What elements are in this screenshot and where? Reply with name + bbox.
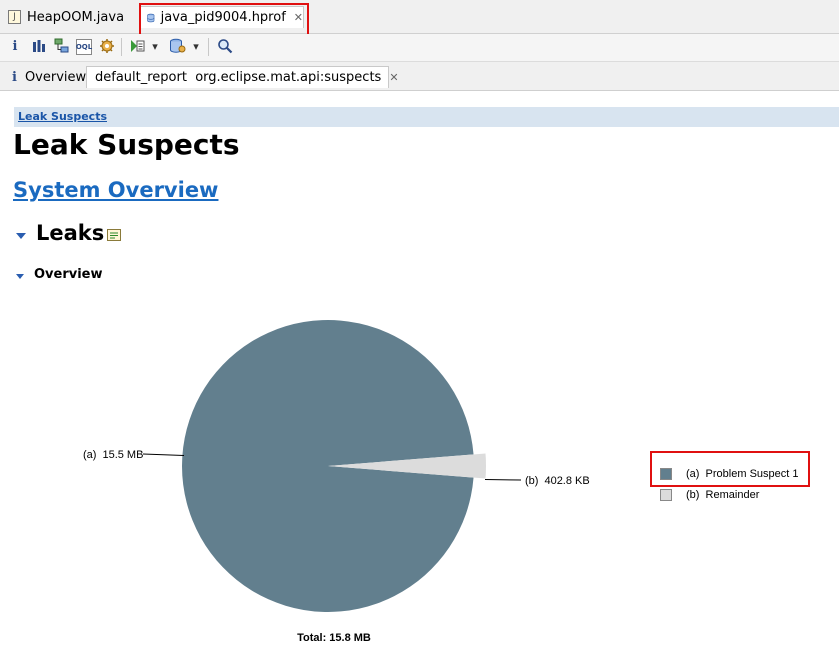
dominator-tree-icon[interactable] — [53, 37, 71, 55]
histogram-icon[interactable] — [30, 37, 48, 55]
java-file-icon: J — [8, 10, 21, 24]
heap-dump-actions-icon[interactable] — [168, 37, 186, 55]
collapse-leaks-icon[interactable] — [16, 233, 26, 239]
pie-total-label: Total: 15.8 MB — [297, 632, 371, 644]
details-icon[interactable] — [107, 228, 122, 242]
pie-slice-problem-suspect[interactable] — [181, 319, 474, 612]
search-icon[interactable] — [216, 37, 234, 55]
page-title: Leak Suspects — [13, 128, 240, 161]
pie-label-b: (b) 402.8 KB — [525, 475, 590, 487]
highlight-box-legend — [650, 451, 810, 487]
legend-swatch — [660, 488, 672, 501]
run-report-icon[interactable] — [128, 37, 146, 55]
leaks-heading: Leaks — [36, 221, 105, 245]
info-icon: i — [12, 69, 17, 85]
heap-dump-dropdown[interactable]: ▾ — [190, 37, 202, 55]
legend-item-remainder: (b) Remainder — [660, 484, 799, 505]
highlight-box-tab — [139, 3, 309, 36]
breadcrumb: Leak Suspects — [14, 107, 839, 127]
close-icon[interactable]: ✕ — [389, 71, 398, 84]
toolbar-separator — [208, 38, 209, 56]
tab-default-report[interactable]: default_report org.eclipse.mat.api:suspe… — [86, 66, 399, 88]
system-overview-link[interactable]: System Overview — [13, 178, 218, 202]
collapse-overview-icon[interactable] — [16, 274, 24, 279]
report-tab-bar: i Overview default_report org.eclipse.ma… — [0, 62, 839, 91]
tab-label: Overview — [24, 69, 87, 85]
query-browser-icon[interactable] — [98, 37, 116, 55]
tab-label: default_report org.eclipse.mat.api:suspe… — [95, 70, 382, 85]
editor-tab-bar: J HeapOOM.java java_pid9004.hprof ✕ — [0, 0, 839, 34]
overview-heading: Overview — [34, 267, 103, 282]
tab-overview[interactable]: i Overview — [6, 66, 86, 88]
run-report-dropdown[interactable]: ▾ — [149, 37, 161, 55]
pie-leader-line-b — [484, 479, 522, 481]
pie-slice-remainder[interactable] — [328, 453, 487, 479]
tab-label: HeapOOM.java — [27, 9, 125, 25]
pie-leader-line-a — [142, 453, 185, 456]
tab-heapoom-java[interactable]: J HeapOOM.java — [8, 6, 124, 28]
info-icon[interactable]: i — [6, 37, 24, 55]
legend-label: (b) Remainder — [686, 488, 760, 501]
pie-chart: (a) 15.5 MB (b) 402.8 KB Total: 15.8 MB — [83, 319, 590, 644]
breadcrumb-link-leak-suspects[interactable]: Leak Suspects — [18, 110, 107, 123]
pie-label-a: (a) 15.5 MB — [83, 449, 143, 461]
oql-icon[interactable]: OQL — [76, 39, 92, 55]
toolbar: i OQL ▾ ▾ — [0, 34, 839, 62]
toolbar-separator — [121, 38, 122, 56]
